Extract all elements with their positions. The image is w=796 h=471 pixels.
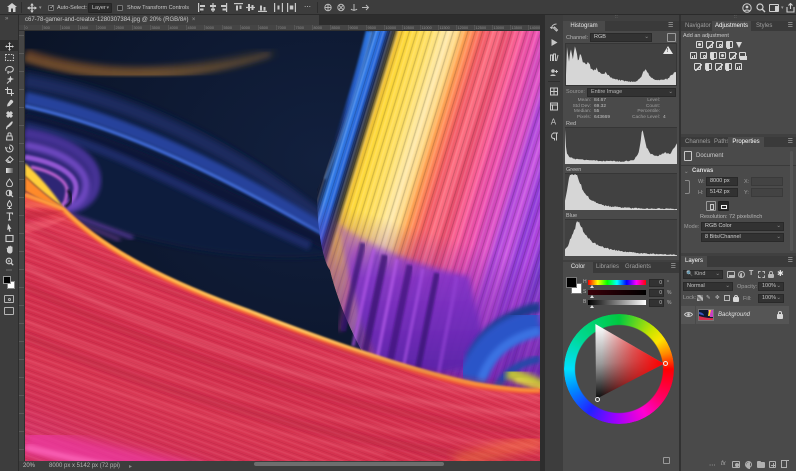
svg-text:A: A [551, 118, 557, 127]
